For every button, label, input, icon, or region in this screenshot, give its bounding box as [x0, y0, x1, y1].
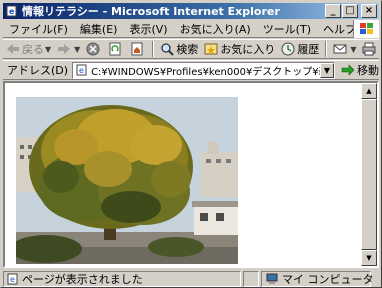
home-icon	[130, 42, 144, 56]
status-main-pane: e ページが表示されました	[3, 270, 241, 287]
windows-logo-icon	[353, 20, 379, 38]
menu-file[interactable]: ファイル(F)	[3, 21, 74, 37]
status-text: ページが表示されました	[22, 272, 143, 286]
history-label: 履歴	[297, 43, 320, 56]
tree-photo	[10, 97, 238, 264]
address-input[interactable]: C:¥WINDOWS¥Profiles¥ken000¥デスクトップ¥新しいフォル…	[91, 63, 331, 78]
status-bar: e ページが表示されました マイ コンピュータ	[3, 270, 379, 287]
scroll-up-button[interactable]: ▲	[361, 83, 377, 99]
search-icon	[160, 42, 175, 56]
minimize-button[interactable]: _	[325, 4, 341, 18]
mail-icon	[333, 42, 347, 56]
title-bar[interactable]: e 情報リテラシー - Microsoft Internet Explorer …	[3, 3, 379, 19]
ie-page-icon: e	[75, 63, 89, 77]
back-label: 戻る	[22, 43, 44, 56]
standard-toolbar: 戻る ▼ ▼ 検索 お気に入り 履歴 ▼	[3, 39, 379, 59]
back-button[interactable]: 戻る ▼	[3, 40, 54, 58]
page-content: ▲ ▼	[3, 81, 379, 268]
favorites-label: お気に入り	[220, 43, 276, 56]
search-button[interactable]: 検索	[157, 40, 201, 58]
close-button[interactable]: ×	[361, 4, 377, 18]
menu-tools[interactable]: ツール(T)	[257, 21, 317, 37]
svg-text:e: e	[9, 7, 15, 16]
address-field[interactable]: e C:¥WINDOWS¥Profiles¥ken000¥デスクトップ¥新しいフ…	[72, 61, 335, 79]
stop-button[interactable]	[83, 40, 105, 58]
address-label: アドレス(D)	[7, 64, 69, 77]
go-label: 移動	[357, 64, 379, 77]
menu-edit[interactable]: 編集(E)	[74, 21, 124, 37]
ie-page-icon: e	[7, 273, 19, 285]
favorites-button[interactable]: お気に入り	[201, 40, 278, 58]
browser-window: e 情報リテラシー - Microsoft Internet Explorer …	[0, 0, 382, 288]
refresh-icon	[108, 42, 122, 56]
window-title: 情報リテラシー - Microsoft Internet Explorer	[22, 5, 280, 18]
print-icon	[362, 42, 376, 56]
stop-icon	[86, 42, 100, 56]
menu-favorites[interactable]: お気に入り(A)	[174, 21, 257, 37]
maximize-button[interactable]: □	[342, 4, 358, 18]
toolbar-separator	[152, 41, 155, 57]
ie-page-icon: e	[5, 4, 19, 18]
address-dropdown-button[interactable]: ▼	[320, 62, 334, 78]
scroll-thumb[interactable]	[361, 99, 377, 250]
go-arrow-icon	[341, 64, 355, 76]
refresh-button[interactable]	[105, 40, 127, 58]
home-button[interactable]	[127, 40, 149, 58]
search-label: 検索	[176, 43, 199, 56]
mail-button[interactable]: ▼	[330, 40, 359, 58]
toolbar-separator	[325, 41, 328, 57]
forward-arrow-icon	[57, 42, 71, 56]
svg-text:e: e	[79, 66, 84, 75]
menu-bar: ファイル(F) 編集(E) 表示(V) お気に入り(A) ツール(T) ヘルプ(…	[3, 20, 379, 38]
address-bar: アドレス(D) e C:¥WINDOWS¥Profiles¥ken000¥デスク…	[3, 60, 379, 80]
computer-icon	[265, 273, 279, 285]
status-pane	[243, 270, 259, 287]
chevron-down-icon[interactable]: ▼	[74, 45, 80, 54]
favorites-icon	[204, 42, 218, 56]
chevron-down-icon[interactable]: ▼	[45, 45, 51, 54]
forward-button[interactable]: ▼	[54, 40, 83, 58]
print-button[interactable]	[359, 40, 381, 58]
history-icon	[281, 42, 295, 56]
svg-text:e: e	[10, 275, 15, 284]
scroll-down-button[interactable]: ▼	[361, 250, 377, 266]
back-arrow-icon	[6, 42, 20, 56]
zone-text: マイ コンピュータ	[282, 272, 374, 286]
go-button[interactable]: 移動	[341, 62, 379, 78]
status-zone-pane: マイ コンピュータ	[261, 270, 374, 287]
chevron-down-icon[interactable]: ▼	[350, 45, 356, 54]
history-button[interactable]: 履歴	[278, 40, 322, 58]
vertical-scrollbar[interactable]: ▲ ▼	[361, 83, 377, 266]
menu-view[interactable]: 表示(V)	[123, 21, 173, 37]
